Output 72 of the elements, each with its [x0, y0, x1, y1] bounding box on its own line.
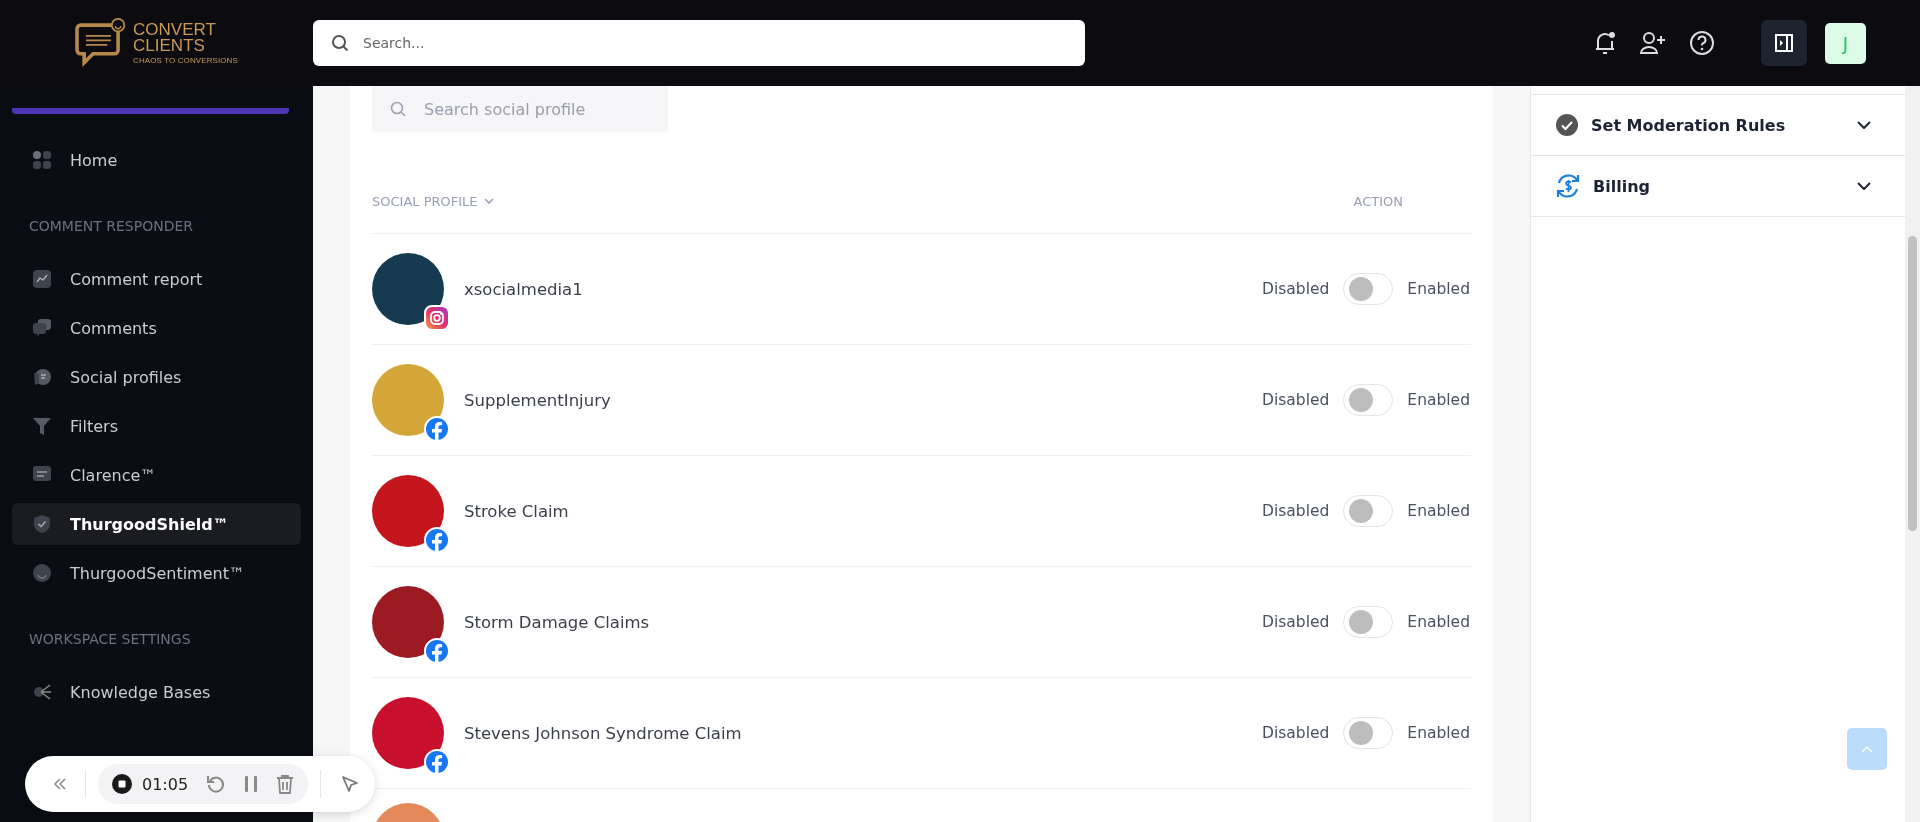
- pause-icon[interactable]: [244, 774, 259, 794]
- instagram-icon: [424, 305, 450, 331]
- sidebar-item[interactable]: Home: [12, 139, 301, 181]
- add-user-icon[interactable]: [1639, 31, 1667, 55]
- toggle-label: Enabled: [1407, 502, 1470, 520]
- sidebar-section-heading: COMMENT RESPONDER: [28, 217, 195, 236]
- search-icon: [390, 101, 406, 117]
- profile-name: Stevens Johnson Syndrome Claim: [464, 723, 742, 743]
- panel-toggle-button[interactable]: [1761, 20, 1807, 66]
- chevron-down-icon: [1857, 182, 1871, 190]
- accordion-item[interactable]: Set Moderation Rules: [1531, 94, 1905, 155]
- chevron-up-icon: [1861, 745, 1873, 753]
- sidebar-item[interactable]: Clarence™: [12, 454, 301, 496]
- toggle-switch[interactable]: [1343, 606, 1394, 638]
- accordion-item[interactable]: Billing: [1531, 155, 1905, 217]
- toggle-switch[interactable]: [1343, 273, 1394, 305]
- profile-name: xsocialmedia1: [464, 279, 583, 299]
- chevron-down-icon: [1857, 121, 1871, 129]
- sidebar-item[interactable]: Filters: [12, 405, 301, 447]
- check-circle-icon: [1555, 113, 1579, 137]
- toggle-label: Disabled: [1262, 502, 1330, 520]
- toggle-label: Enabled: [1407, 724, 1470, 742]
- logo-tagline: CHAOS TO CONVERSIONS: [133, 55, 238, 65]
- toggle-switch[interactable]: [1343, 495, 1394, 527]
- chevron-down-icon: [483, 198, 494, 204]
- recording-time: 01:05: [142, 774, 189, 794]
- facebook-icon: [424, 416, 450, 442]
- chart-icon: [32, 269, 52, 289]
- profile-icon: [32, 367, 52, 387]
- sidebar-item[interactable]: ThurgoodShield™: [12, 503, 301, 545]
- toggle-switch[interactable]: [1343, 384, 1394, 416]
- scrollbar[interactable]: [1905, 86, 1920, 822]
- profile-name: Storm Damage Claims: [464, 612, 650, 632]
- toggle-label: Disabled: [1262, 391, 1330, 409]
- trash-icon[interactable]: [276, 774, 295, 794]
- sidebar-item[interactable]: Knowledge Bases: [12, 671, 301, 713]
- profile-name: Stroke Claim: [464, 501, 569, 521]
- sidebar-item[interactable]: Social profiles: [12, 356, 301, 398]
- smile-icon: [32, 563, 52, 583]
- toggle-label: Disabled: [1262, 280, 1330, 298]
- sidebar-item[interactable]: Comments: [12, 307, 301, 349]
- search-field[interactable]: Search...: [313, 20, 1085, 66]
- help-icon[interactable]: [1689, 30, 1715, 56]
- restart-icon[interactable]: [206, 774, 227, 794]
- sidebar-panel-icon: [1775, 34, 1793, 52]
- double-chevron-left-icon: [53, 778, 67, 790]
- facebook-icon: [424, 638, 450, 664]
- facebook-icon: [424, 527, 450, 553]
- filter-icon: [32, 416, 52, 436]
- bell-icon[interactable]: [1593, 30, 1617, 56]
- facebook-icon: [424, 749, 450, 775]
- shield-icon: [32, 514, 52, 534]
- toggle-label: Enabled: [1407, 280, 1470, 298]
- grid-icon: [32, 150, 52, 170]
- logo-name: CONVERT CLIENTS: [133, 21, 217, 54]
- toggle-label: Enabled: [1407, 613, 1470, 631]
- search-icon: [331, 34, 349, 52]
- chat-icon: [32, 318, 52, 338]
- profile-name: SupplementInjury: [464, 390, 611, 410]
- toggle-switch[interactable]: [1343, 717, 1394, 749]
- toggle-label: Disabled: [1262, 613, 1330, 631]
- stop-icon[interactable]: [112, 774, 132, 794]
- network-icon: [32, 682, 52, 702]
- sidebar-section-heading: WORKSPACE SETTINGS: [28, 630, 192, 649]
- column-header: ACTION: [1353, 193, 1403, 209]
- cursor-icon[interactable]: [341, 775, 360, 793]
- billing-cycle-icon: [1555, 173, 1581, 199]
- sidebar-item[interactable]: ThurgoodSentiment™: [12, 552, 301, 594]
- toggle-label: Disabled: [1262, 724, 1330, 742]
- sidebar-item[interactable]: Comment report: [12, 258, 301, 300]
- toggle-label: Enabled: [1407, 391, 1470, 409]
- profile-search-field[interactable]: Search social profile: [372, 86, 668, 132]
